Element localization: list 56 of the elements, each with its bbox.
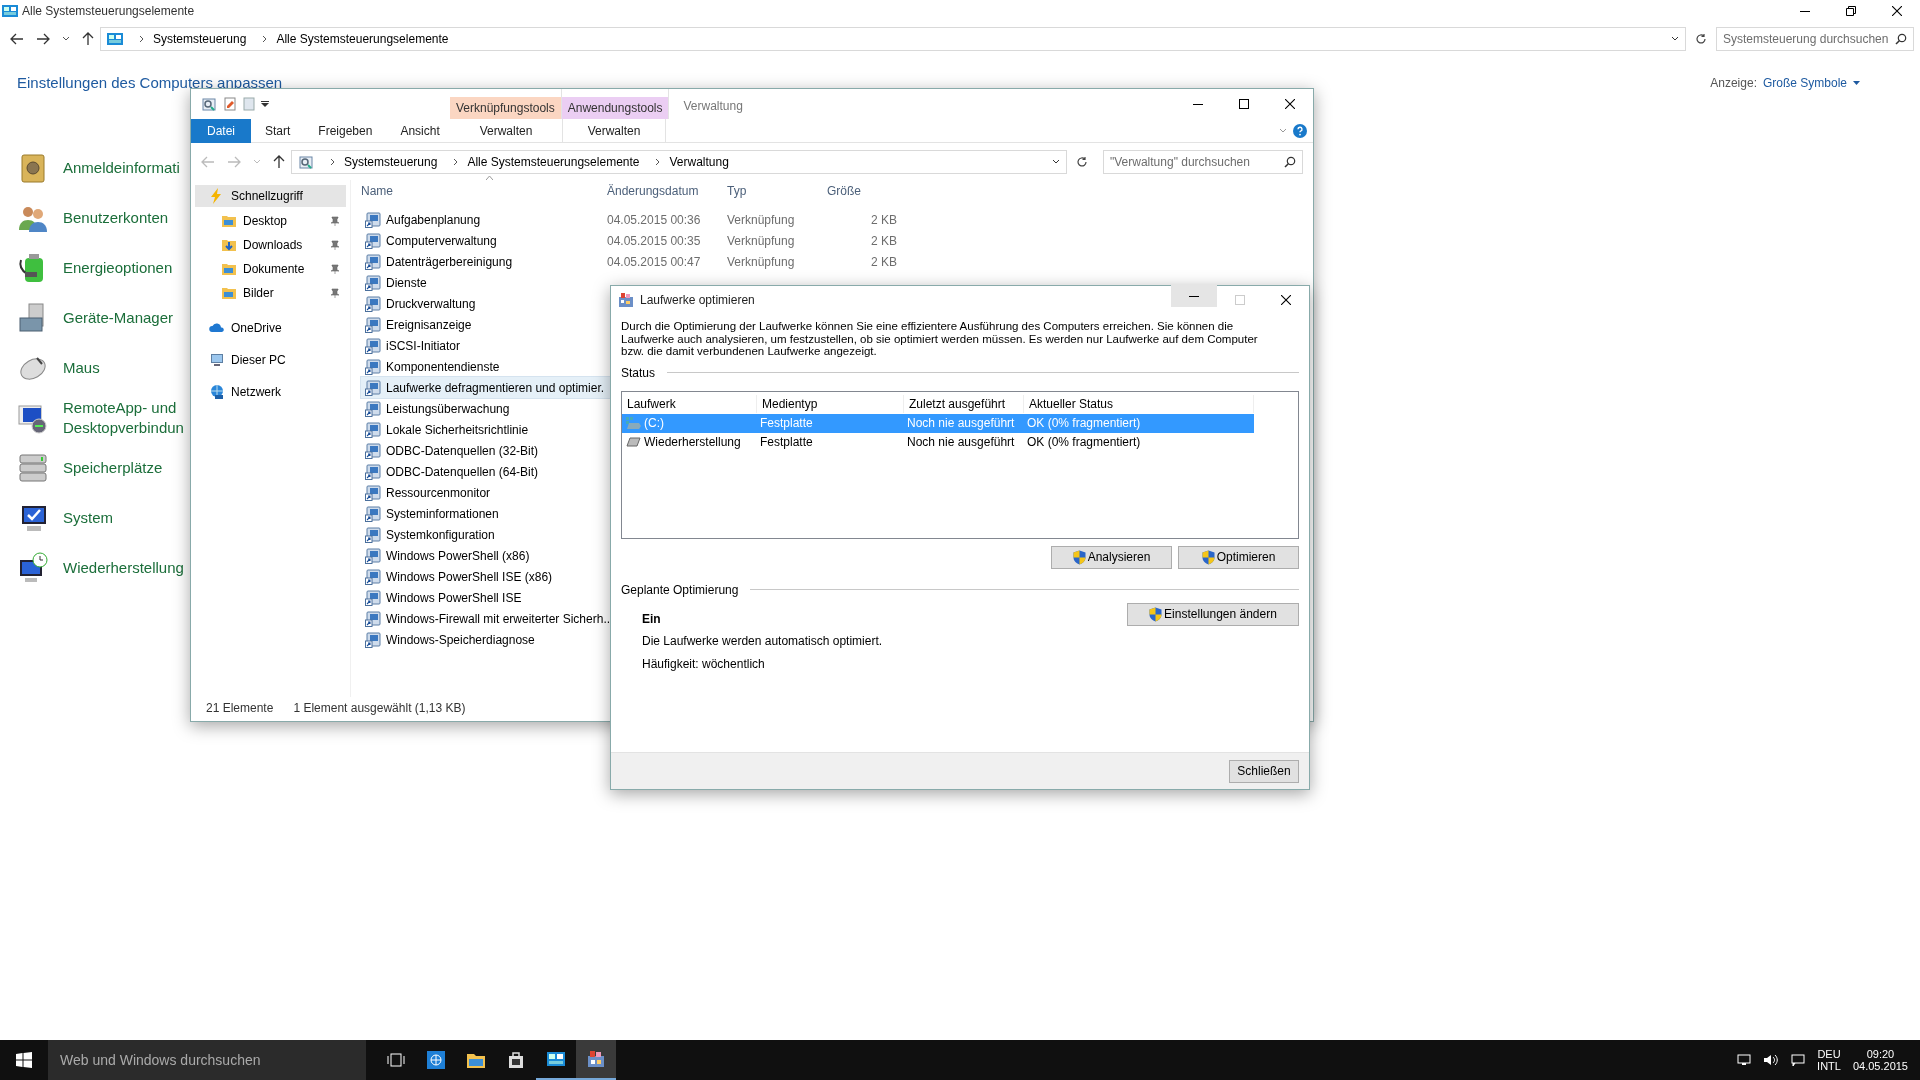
file-name: Lokale Sicherheitsrichtlinie — [386, 421, 529, 439]
status-text: 21 Elemente — [206, 700, 274, 717]
file-name: Dienste — [386, 274, 427, 292]
file-name: iSCSI-Initiator — [386, 337, 461, 355]
file-name: Aufgabenplanung — [386, 211, 481, 229]
drive-last-run: Noch nie ausgeführt — [906, 415, 1016, 432]
window-title: Alle Systemsteuerungselemente — [22, 3, 195, 20]
tab-group-label: Anwendungstools — [561, 97, 669, 119]
search-placeholder: "Verwaltung" durchsuchen — [1110, 154, 1250, 171]
file-type: Verknüpfung — [727, 253, 796, 271]
file-name: ODBC-Datenquellen (64-Bit) — [386, 463, 539, 481]
drive-status: OK (0% fragmentiert) — [1026, 415, 1142, 432]
file-size: 2 KB — [870, 253, 897, 271]
status-text: 1 Element ausgewählt (1,13 KB) — [293, 700, 466, 717]
section-label: Geplante Optimierung — [621, 581, 739, 599]
file-type: Verknüpfung — [727, 232, 796, 250]
drive-last-run: Noch nie ausgeführt — [906, 434, 1016, 451]
drive-status: OK (0% fragmentiert) — [1026, 434, 1142, 451]
drive-name: Wiederherstellung — [644, 434, 741, 451]
file-date: 04.05.2015 00:47 — [607, 253, 702, 271]
file-name: Systemkonfiguration — [386, 526, 495, 544]
file-name: Datenträgerbereinigung — [386, 253, 513, 271]
file-name: Windows PowerShell ISE — [386, 589, 522, 607]
file-name: Windows-Speicherdiagnose — [386, 631, 535, 649]
file-date: 04.05.2015 00:35 — [607, 232, 702, 250]
file-name: Windows-Firewall mit erweiterter Sicherh.. — [386, 610, 611, 628]
schedule-frequency: Häufigkeit: wöchentlich — [642, 655, 766, 673]
page-heading: Einstellungen des Computers anpassen — [17, 73, 283, 93]
schedule-state: Ein — [642, 610, 662, 628]
drive-media: Festplatte — [759, 434, 814, 451]
file-name: Windows PowerShell ISE (x86) — [386, 568, 553, 586]
file-name: ODBC-Datenquellen (32-Bit) — [386, 442, 539, 460]
file-name: Laufwerke defragmentieren und optimier. — [386, 379, 605, 397]
file-size: 2 KB — [870, 232, 897, 250]
schedule-note: Die Laufwerke werden automatisch optimiert. — [642, 632, 883, 650]
window-title: Verwaltung — [683, 98, 743, 115]
file-type: Verknüpfung — [727, 211, 796, 229]
drive-name: (C:) — [644, 415, 664, 432]
dialog-description: Durch die Optimierung der Laufwerke können Sie eine effizientere Ausführung des Computers erreichen. Sie können die Laufwerke auch analysieren, um festzustellen, ob sie optimiert werden müssen. Es werden nur Laufwerke auf dem Computer bzw. die damit verbundenen Laufwerke angezeigt. — [621, 320, 1259, 358]
drive-media: Festplatte — [759, 415, 814, 432]
file-name: Komponentendienste — [386, 358, 500, 376]
file-size: 2 KB — [870, 211, 897, 229]
file-name: Ressourcenmonitor — [386, 484, 491, 502]
file-name: Ereignisanzeige — [386, 316, 472, 334]
file-name: Systeminformationen — [386, 505, 499, 523]
file-name: Windows PowerShell (x86) — [386, 547, 530, 565]
file-name: Druckverwaltung — [386, 295, 476, 313]
search-placeholder: Systemsteuerung durchsuchen — [1723, 31, 1889, 48]
view-label: Anzeige: — [1710, 75, 1757, 93]
file-date: 04.05.2015 00:36 — [607, 211, 702, 229]
file-name: Computerverwaltung — [386, 232, 497, 250]
file-name: Leistungsüberwachung — [386, 400, 510, 418]
search-placeholder: Web und Windows durchsuchen — [60, 1050, 261, 1070]
section-label: Status — [621, 364, 656, 382]
tab-group-label: Verknüpfungstools — [450, 97, 561, 119]
dialog-title: Laufwerke optimieren — [640, 292, 755, 309]
